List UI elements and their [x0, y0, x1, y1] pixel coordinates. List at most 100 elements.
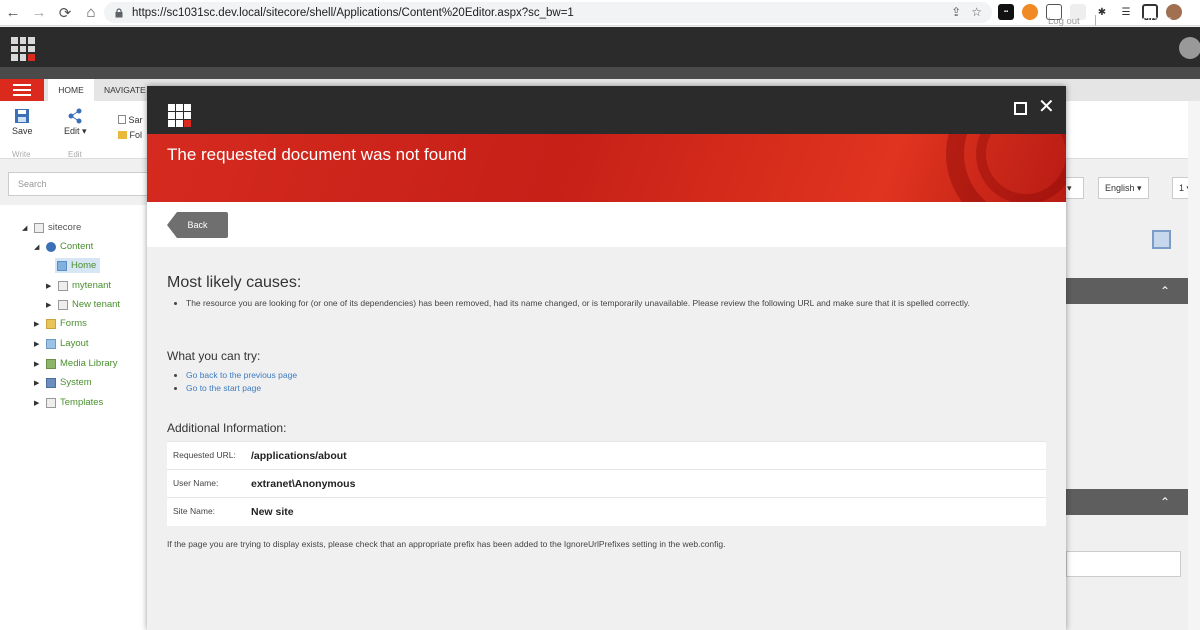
list-item: The resource you are looking for (or one… [186, 297, 1046, 310]
extension-icon[interactable] [1022, 4, 1038, 20]
home-icon[interactable]: ⌂ [78, 0, 104, 26]
layout-node-icon [46, 338, 56, 349]
edit-button[interactable]: Edit ▾ [64, 108, 87, 137]
tenant-node-icon [58, 299, 68, 310]
sitecore-logo-icon [168, 104, 191, 127]
scrollbar[interactable] [1188, 101, 1200, 630]
section-header[interactable] [1066, 278, 1200, 304]
collapsed-arrow-icon[interactable]: ▶ [34, 340, 42, 348]
tenant-node-icon [58, 280, 68, 291]
tab-home[interactable]: HOME [48, 79, 94, 101]
content-tree: ◢ sitecore ◢ Content Home ▶ mytenant ▶ N… [0, 205, 148, 630]
ribbon-mini-item[interactable]: Sar [118, 115, 143, 125]
browser-toolbar: ← → ⟳ ⌂ https://sc1031sc.dev.local/sitec… [0, 0, 1200, 26]
info-value: /applications/about [251, 441, 1046, 470]
maximize-icon[interactable] [1014, 102, 1027, 115]
write-caption: Write [12, 150, 31, 159]
info-label: Site Name: [167, 497, 251, 526]
sitecore-node-icon [34, 222, 44, 233]
collapsed-arrow-icon[interactable]: ▶ [46, 282, 54, 290]
tree-node-content[interactable]: ◢ Content [34, 241, 93, 252]
try-list: Go back to the previous page Go to the s… [186, 369, 297, 394]
tree-node-layout[interactable]: ▶ Layout [34, 338, 89, 349]
save-disk-icon [15, 109, 30, 123]
forward-arrow-icon[interactable]: → [26, 0, 52, 26]
field-input[interactable] [1066, 551, 1181, 577]
chevron-up-icon[interactable]: ⌃ [1160, 284, 1170, 298]
try-heading: What you can try: [167, 349, 261, 363]
url-text: https://sc1031sc.dev.local/sitecore/shel… [132, 6, 574, 19]
expanded-arrow-icon[interactable]: ◢ [34, 243, 42, 251]
edit-caption: Edit [68, 150, 82, 159]
user-avatar[interactable] [1179, 37, 1200, 59]
info-value: New site [251, 497, 1046, 526]
table-row: Site Name: New site [167, 497, 1046, 526]
edit-label: Edit ▾ [64, 126, 87, 136]
document-icon [118, 115, 126, 124]
bookmark-star-icon[interactable]: ☆ [971, 5, 982, 19]
table-row: User Name: extranet\Anonymous [167, 469, 1046, 498]
content-node-icon [46, 241, 56, 252]
system-node-icon [46, 377, 56, 388]
error-dialog: ✕ The requested document was not found B… [147, 86, 1066, 630]
tab-navigate[interactable]: NAVIGATE [96, 79, 146, 101]
collapsed-arrow-icon[interactable]: ▶ [46, 301, 54, 309]
templates-node-icon [46, 397, 56, 408]
user-name[interactable]: Administrator [1112, 15, 1171, 26]
close-icon[interactable]: ✕ [1038, 96, 1055, 118]
share-edit-icon [68, 108, 82, 124]
causes-heading: Most likely causes: [167, 274, 302, 291]
address-bar[interactable]: https://sc1031sc.dev.local/sitecore/shel… [104, 2, 992, 23]
additional-info-table: Requested URL: /applications/about User … [167, 441, 1046, 526]
causes-list: The resource you are looking for (or one… [186, 297, 1046, 310]
save-label: Save [12, 126, 33, 136]
language-select[interactable]: English ▾ [1098, 177, 1149, 199]
topbar-separator: | [1094, 14, 1097, 26]
info-label: Requested URL: [167, 441, 251, 470]
tree-node-system[interactable]: ▶ System [34, 377, 92, 388]
tree-node-mytenant[interactable]: ▶ mytenant [46, 280, 111, 291]
back-button[interactable]: Back [167, 212, 228, 238]
folder-icon [118, 131, 127, 139]
expanded-arrow-icon[interactable]: ◢ [22, 224, 30, 232]
dialog-title: The requested document was not found [167, 145, 467, 164]
section-header[interactable] [1066, 489, 1200, 515]
ribbon-mini-item[interactable]: Fol [118, 130, 142, 140]
reload-icon[interactable]: ⟳ [52, 0, 78, 26]
menu-hamburger-icon[interactable] [0, 79, 44, 101]
save-button[interactable]: Save [12, 108, 33, 136]
media-library-node-icon [46, 358, 56, 369]
share-icon[interactable]: ⇪ [951, 5, 961, 19]
info-value: extranet\Anonymous [251, 469, 1046, 498]
collapsed-arrow-icon[interactable]: ▶ [34, 379, 42, 387]
tree-node-media-library[interactable]: ▶ Media Library [34, 358, 118, 369]
dialog-header: ✕ [147, 86, 1066, 134]
collapsed-arrow-icon[interactable]: ▶ [34, 360, 42, 368]
back-arrow-icon[interactable]: ← [0, 0, 26, 26]
tree-node-new-tenant[interactable]: ▶ New tenant [46, 299, 120, 310]
dialog-banner: The requested document was not found [147, 134, 1066, 202]
forms-node-icon [46, 318, 56, 329]
search-input[interactable]: Search [8, 172, 148, 196]
home-node-icon [57, 260, 67, 271]
table-row: Requested URL: /applications/about [167, 441, 1046, 470]
start-page-link[interactable]: Go to the start page [186, 383, 261, 393]
sitecore-launchpad-icon[interactable] [11, 37, 35, 61]
tree-node-templates[interactable]: ▶ Templates [34, 397, 103, 408]
sitecore-topbar [0, 27, 1200, 67]
info-label: User Name: [167, 469, 251, 498]
topbar-strip [0, 67, 1200, 79]
chevron-up-icon[interactable]: ⌃ [1160, 495, 1170, 509]
logout-link[interactable]: Log out [1048, 16, 1080, 27]
item-icon[interactable] [1152, 230, 1171, 249]
tree-node-home[interactable]: Home [55, 258, 101, 273]
footer-note: If the page you are trying to display ex… [167, 539, 726, 549]
collapsed-arrow-icon[interactable]: ▶ [34, 320, 42, 328]
additional-info-heading: Additional Information: [167, 421, 287, 435]
previous-page-link[interactable]: Go back to the previous page [186, 370, 297, 380]
extension-icon[interactable]: ▪▪ [998, 4, 1014, 20]
collapsed-arrow-icon[interactable]: ▶ [34, 399, 42, 407]
tree-node-sitecore[interactable]: ◢ sitecore [22, 222, 81, 233]
tree-node-forms[interactable]: ▶ Forms [34, 318, 87, 329]
dialog-toolbar: Back [147, 202, 1066, 247]
